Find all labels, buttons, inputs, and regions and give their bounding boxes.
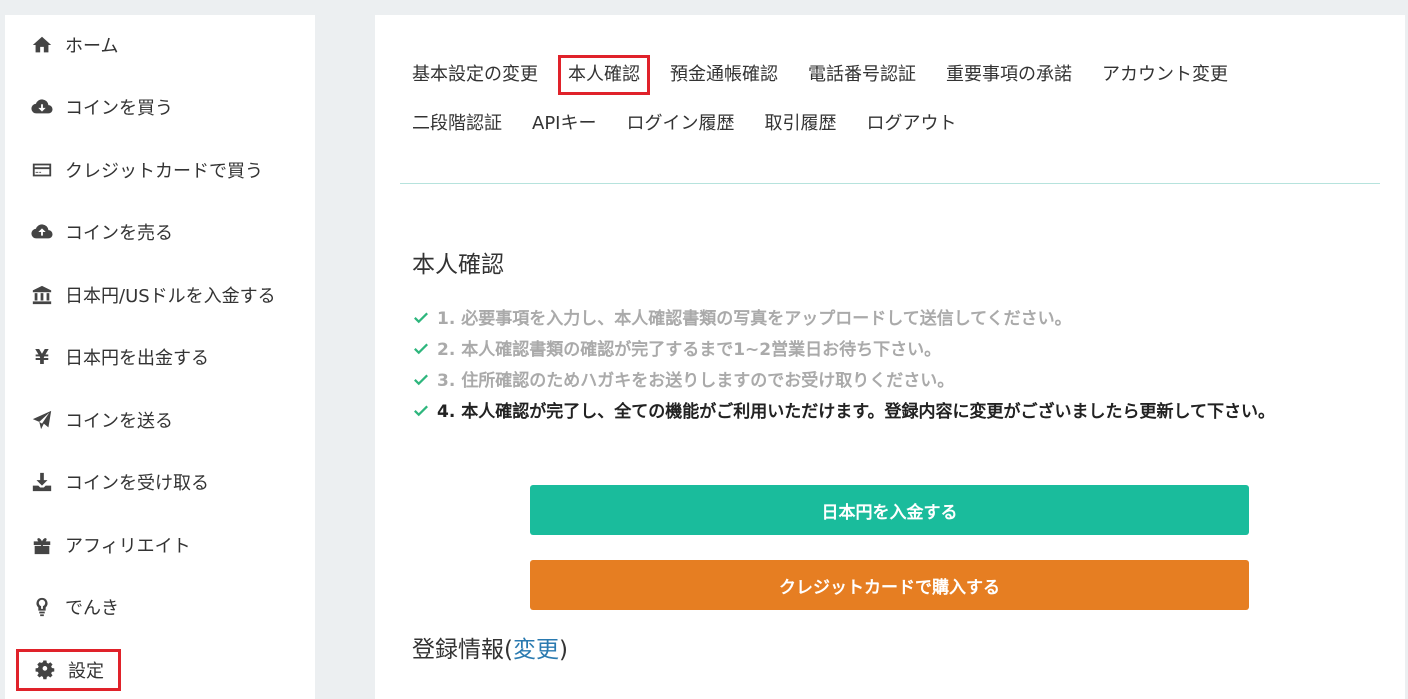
sidebar-item-withdraw[interactable]: ¥ 日本円を出金する <box>29 342 209 372</box>
sidebar-item-label: でんき <box>65 598 119 619</box>
check-icon <box>412 308 430 326</box>
main-panel: 基本設定の変更 本人確認 預金通帳確認 電話番号認証 重要事項の承諾 アカウント… <box>375 15 1405 699</box>
registration-info-heading: 登録情報(変更) <box>412 630 568 664</box>
tab-account-change[interactable]: アカウント変更 <box>1102 63 1228 87</box>
tab-important-terms[interactable]: 重要事項の承諾 <box>946 63 1072 87</box>
download-icon <box>29 469 55 495</box>
tab-identity-verification[interactable]: 本人確認 <box>558 55 650 95</box>
sidebar-item-label: クレジットカードで買う <box>65 161 263 182</box>
step-text: 1. 必要事項を入力し、本人確認書類の写真をアップロードして送信してください。 <box>437 309 1072 329</box>
deposit-jpy-button[interactable]: 日本円を入金する <box>530 485 1249 535</box>
list-item: 2. 本人確認書類の確認が完了するまで1~2営業日お待ち下さい。 <box>412 332 1275 363</box>
check-icon <box>412 370 430 388</box>
sidebar-item-buy-credit[interactable]: クレジットカードで買う <box>29 155 263 185</box>
cloud-download-icon <box>29 94 55 120</box>
sidebar-item-label: 日本円を出金する <box>65 348 209 369</box>
tab-phone-verification[interactable]: 電話番号認証 <box>808 63 916 87</box>
sidebar-item-sell-coin[interactable]: コインを売る <box>29 217 173 247</box>
sidebar-item-deposit[interactable]: 日本円/USドルを入金する <box>29 280 276 310</box>
tab-logout[interactable]: ログアウト <box>866 112 956 136</box>
step-text: 4. 本人確認が完了し、全ての機能がご利用いただけます。登録内容に変更がございま… <box>437 402 1275 422</box>
sidebar-item-label: コインを買う <box>65 98 173 119</box>
sidebar-item-buy-coin[interactable]: コインを買う <box>29 92 173 122</box>
tab-passbook[interactable]: 預金通帳確認 <box>670 63 778 87</box>
sidebar-item-label: コインを売る <box>65 223 173 244</box>
edit-registration-link[interactable]: 変更 <box>513 637 559 663</box>
sidebar-item-label: 日本円/USドルを入金する <box>65 286 276 307</box>
list-item: 3. 住所確認のためハガキをお送りしますのでお受け取りください。 <box>412 363 1275 394</box>
sidebar-item-label: コインを受け取る <box>65 473 209 494</box>
sidebar-item-settings[interactable]: 設定 <box>16 649 121 691</box>
tab-basic-settings[interactable]: 基本設定の変更 <box>412 63 538 87</box>
divider <box>400 183 1380 184</box>
settings-tabs-row-2: 二段階認証 APIキー ログイン履歴 取引履歴 ログアウト <box>412 112 986 136</box>
cloud-upload-icon <box>29 219 55 245</box>
settings-tabs-row-1: 基本設定の変更 本人確認 預金通帳確認 電話番号認証 重要事項の承諾 アカウント… <box>412 55 1258 95</box>
registration-info-label: 登録情報( <box>412 637 513 663</box>
yen-icon: ¥ <box>35 345 49 369</box>
tab-two-factor[interactable]: 二段階認証 <box>412 112 502 136</box>
gift-icon <box>29 532 55 558</box>
verification-steps: 1. 必要事項を入力し、本人確認書類の写真をアップロードして送信してください。 … <box>412 301 1275 425</box>
sidebar-item-denki[interactable]: でんき <box>29 592 119 622</box>
sidebar-item-label: コインを送る <box>65 411 173 432</box>
sidebar-item-label: アフィリエイト <box>65 536 191 557</box>
step-text: 2. 本人確認書類の確認が完了するまで1~2営業日お待ち下さい。 <box>437 340 942 360</box>
list-item: 4. 本人確認が完了し、全ての機能がご利用いただけます。登録内容に変更がございま… <box>412 394 1275 425</box>
home-icon <box>29 32 55 58</box>
credit-card-icon <box>29 157 55 183</box>
registration-info-close: ) <box>558 637 568 663</box>
sidebar-item-home[interactable]: ホーム <box>29 30 118 60</box>
tab-api-key[interactable]: APIキー <box>532 112 596 136</box>
check-icon <box>412 401 430 419</box>
sidebar-item-label: ホーム <box>65 36 119 57</box>
check-icon <box>412 339 430 357</box>
sidebar-item-affiliate[interactable]: アフィリエイト <box>29 530 191 560</box>
lightbulb-icon <box>29 594 55 620</box>
buy-with-credit-card-button[interactable]: クレジットカードで購入する <box>530 560 1249 610</box>
sidebar-item-label: 設定 <box>68 661 104 682</box>
paper-plane-icon <box>29 407 55 433</box>
bank-icon <box>29 282 55 308</box>
step-text: 3. 住所確認のためハガキをお送りしますのでお受け取りください。 <box>437 371 955 391</box>
sidebar-item-receive-coin[interactable]: コインを受け取る <box>29 467 209 497</box>
list-item: 1. 必要事項を入力し、本人確認書類の写真をアップロードして送信してください。 <box>412 301 1275 332</box>
tab-login-history[interactable]: ログイン履歴 <box>626 112 734 136</box>
page-title: 本人確認 <box>412 252 504 278</box>
gear-icon <box>32 657 58 683</box>
sidebar-item-send-coin[interactable]: コインを送る <box>29 405 173 435</box>
sidebar: ホーム コインを買う クレジットカードで買う コインを売る 日本円/USドルを入… <box>5 15 315 699</box>
tab-trade-history[interactable]: 取引履歴 <box>764 112 836 136</box>
